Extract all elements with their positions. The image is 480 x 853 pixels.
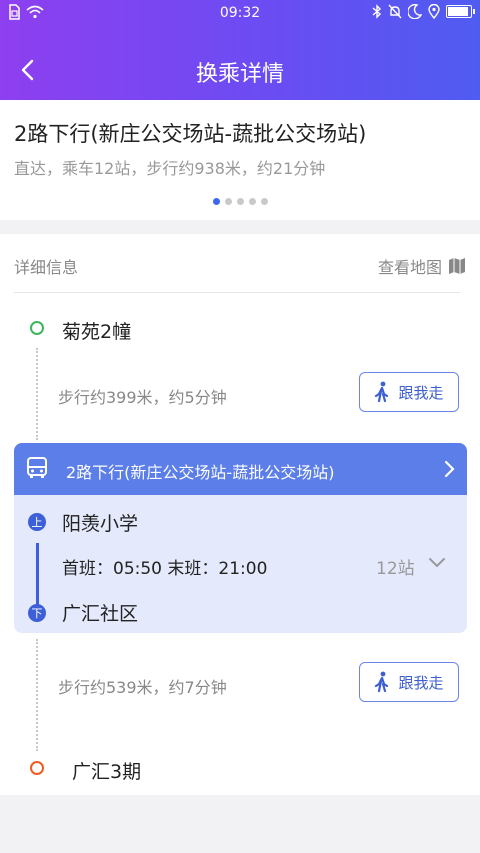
page-indicator <box>0 198 480 205</box>
page-dot[interactable] <box>248 198 256 205</box>
stop-count[interactable]: 12站 <box>376 554 415 579</box>
bus-line-label: 2路下行(新庄公交场站-蔬批公交场站) <box>66 463 335 482</box>
bus-route-line <box>36 543 39 607</box>
bus-icon <box>27 457 47 478</box>
bus-segment-card: 2路下行(新庄公交场站-蔬批公交场站) 上 下 阳羡小学 首班：05:50 末班… <box>14 443 467 633</box>
walking-person-icon <box>375 671 389 693</box>
battery-icon <box>446 5 475 18</box>
page-dot-active[interactable] <box>212 198 220 205</box>
bluetooth-icon <box>372 4 382 19</box>
app-header: 09:32 换乘详情 <box>0 0 480 100</box>
status-right <box>372 4 475 19</box>
end-marker-icon <box>30 761 44 775</box>
walk-segment-2-text: 步行约539米，约7分钟 <box>58 678 227 697</box>
map-icon <box>449 258 465 274</box>
alight-stop-name: 广汇社区 <box>62 603 139 625</box>
page-title: 换乘详情 <box>195 62 284 87</box>
follow-me-button-2[interactable]: 跟我走 <box>359 662 459 702</box>
route-summary-card[interactable]: 2路下行(新庄公交场站-蔬批公交场站) 直达，乘车12站，步行约938米，约21… <box>0 100 480 220</box>
walk-path-line <box>36 348 38 440</box>
follow-me-label: 跟我走 <box>398 673 444 692</box>
location-icon <box>428 4 440 19</box>
end-stop-name: 广汇3期 <box>72 761 142 783</box>
bus-schedule: 首班：05:50 末班：21:00 <box>62 559 268 579</box>
follow-me-label: 跟我走 <box>398 383 444 402</box>
divider <box>14 292 460 293</box>
board-stop-name: 阳羡小学 <box>62 513 139 535</box>
page-dot[interactable] <box>236 198 244 205</box>
view-map-link[interactable]: 查看地图 <box>378 254 466 278</box>
moon-icon <box>408 4 422 19</box>
page-dot[interactable] <box>260 198 268 205</box>
follow-me-button-1[interactable]: 跟我走 <box>359 372 459 412</box>
route-subtitle: 直达，乘车12站，步行约938米，约21分钟 <box>14 159 326 178</box>
alight-badge: 下 <box>28 604 46 622</box>
view-map-label: 查看地图 <box>377 258 442 277</box>
detail-section: 详细信息 查看地图 菊苑2幢 步行约399米，约5分钟 跟我走 2路下行(新庄公… <box>0 234 480 795</box>
board-badge: 上 <box>28 513 46 531</box>
status-bar: 09:32 <box>0 0 480 28</box>
walking-person-icon <box>375 381 389 403</box>
walk-segment-1-text: 步行约399米，约5分钟 <box>58 388 227 407</box>
walk-path-line-2 <box>36 639 38 751</box>
start-stop-name: 菊苑2幢 <box>62 321 132 343</box>
detail-section-label: 详细信息 <box>14 258 79 277</box>
bus-line-header[interactable]: 2路下行(新庄公交场站-蔬批公交场站) <box>14 443 467 495</box>
mute-icon <box>388 4 402 19</box>
page-dot[interactable] <box>224 198 232 205</box>
chevron-down-icon[interactable] <box>428 557 446 569</box>
chevron-right-icon <box>444 460 455 478</box>
start-marker-icon <box>30 321 44 335</box>
route-title: 2路下行(新庄公交场站-蔬批公交场站) <box>14 122 367 146</box>
